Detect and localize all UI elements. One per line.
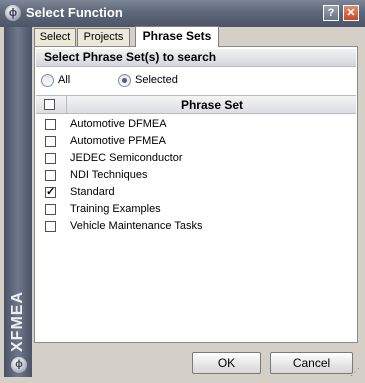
close-button[interactable]: ✕: [343, 5, 359, 21]
tab-select[interactable]: Select: [34, 28, 76, 46]
row-checkbox[interactable]: [45, 136, 56, 147]
table-row[interactable]: JEDEC Semiconductor: [36, 150, 356, 167]
table-row[interactable]: Training Examples: [36, 201, 356, 218]
sidebar-logo-icon: ϕ: [11, 357, 27, 373]
table-row[interactable]: NDI Techniques: [36, 167, 356, 184]
header-divider: [66, 96, 67, 114]
grid-header: Phrase Set: [36, 95, 356, 114]
row-checkbox[interactable]: [45, 204, 56, 215]
xfmea-logo-icon: ϕ: [5, 5, 21, 21]
resize-grip-icon[interactable]: ⋰: [350, 368, 361, 379]
window-title: Select Function: [26, 5, 123, 20]
select-all-checkbox[interactable]: [44, 99, 55, 110]
brand-sidebar: XFMEA ϕ: [4, 27, 32, 377]
radio-all[interactable]: [41, 74, 54, 87]
help-button[interactable]: ?: [323, 5, 339, 21]
cancel-button[interactable]: Cancel: [270, 352, 353, 374]
select-function-dialog: ϕ Select Function ? ✕ XFMEA ϕ Select Pro…: [0, 0, 365, 383]
sidebar-brand-text: XFMEA: [9, 291, 26, 352]
table-row[interactable]: Automotive PFMEA: [36, 133, 356, 150]
ok-button[interactable]: OK: [192, 352, 261, 374]
phrase-set-grid: Phrase Set Automotive DFMEA Automotive P…: [36, 95, 356, 341]
tab-projects[interactable]: Projects: [77, 28, 130, 46]
title-bar[interactable]: ϕ Select Function ? ✕: [0, 0, 365, 27]
row-label: Training Examples: [70, 203, 161, 215]
row-checkbox[interactable]: [45, 185, 56, 198]
row-checkbox[interactable]: [45, 170, 56, 181]
radio-all-label[interactable]: All: [58, 74, 70, 87]
table-row[interactable]: Standard: [36, 184, 356, 201]
row-checkbox[interactable]: [45, 153, 56, 164]
table-row[interactable]: Vehicle Maintenance Tasks: [36, 218, 356, 235]
row-checkbox[interactable]: [45, 221, 56, 232]
row-checkbox[interactable]: [45, 119, 56, 130]
tab-phrase-sets[interactable]: Phrase Sets: [135, 26, 219, 47]
row-label: Vehicle Maintenance Tasks: [70, 220, 203, 232]
section-title: Select Phrase Set(s) to search: [36, 49, 356, 67]
row-label: Automotive DFMEA: [70, 118, 167, 130]
column-header-phrase-set[interactable]: Phrase Set: [68, 96, 356, 114]
table-row[interactable]: Automotive DFMEA: [36, 116, 356, 133]
row-label: JEDEC Semiconductor: [70, 152, 183, 164]
row-label: Automotive PFMEA: [70, 135, 166, 147]
radio-selected-label[interactable]: Selected: [135, 74, 178, 87]
radio-selected[interactable]: [118, 74, 131, 87]
row-label: Standard: [70, 186, 115, 198]
row-label: NDI Techniques: [70, 169, 148, 181]
